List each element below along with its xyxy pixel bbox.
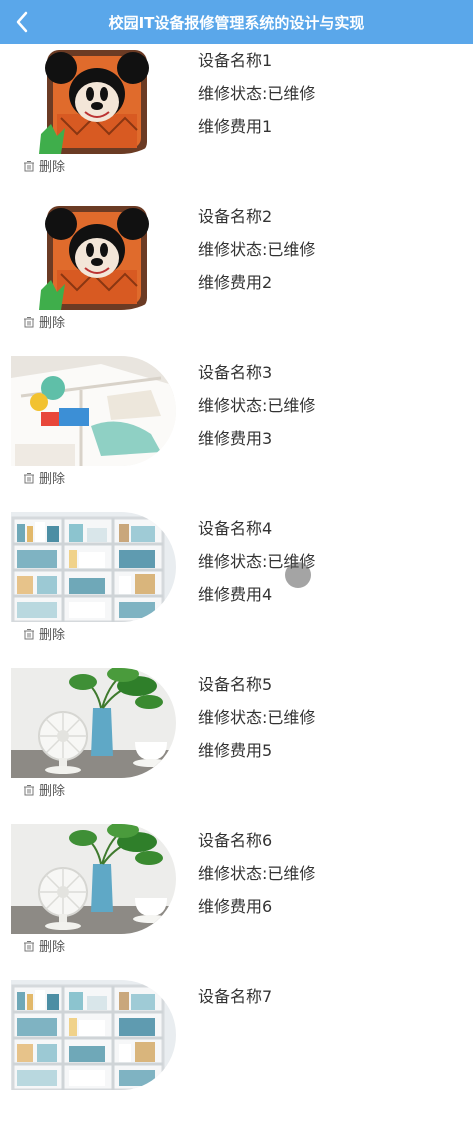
device-image[interactable] (11, 44, 176, 154)
list-item[interactable]: 设备名称2 维修状态:已维修 维修费用2 删除 (0, 200, 473, 356)
repair-status: 维修状态:已维修 (198, 396, 316, 415)
delete-button[interactable]: 删除 (23, 780, 65, 799)
repair-fee: 维修费用3 (198, 429, 273, 448)
repair-fee: 维修费用1 (198, 117, 273, 136)
delete-button[interactable]: 删除 (23, 468, 65, 487)
repair-status: 维修状态:已维修 (198, 240, 316, 259)
back-button[interactable] (8, 6, 36, 38)
delete-button[interactable]: 删除 (23, 936, 65, 955)
device-info: 设备名称1 维修状态:已维修 维修费用1 (198, 50, 315, 149)
chevron-left-icon (16, 11, 28, 33)
delete-label: 删除 (39, 784, 66, 799)
delete-label: 删除 (39, 316, 66, 331)
device-name: 设备名称6 (198, 831, 273, 850)
device-name: 设备名称5 (198, 675, 273, 694)
repair-fee: 维修费用6 (198, 897, 273, 916)
device-info: 设备名称2 维修状态:已维修 维修费用2 (198, 206, 315, 305)
device-name: 设备名称7 (198, 987, 273, 1006)
device-info: 设备名称5 维修状态:已维修 维修费用5 (198, 674, 315, 773)
delete-button[interactable]: 删除 (23, 624, 65, 643)
trash-icon (24, 472, 34, 483)
list-item[interactable]: 设备名称5 维修状态:已维修 维修费用5 删除 (0, 668, 473, 824)
device-name: 设备名称3 (198, 363, 273, 382)
repair-fee: 维修费用2 (198, 273, 273, 292)
device-info: 设备名称3 维修状态:已维修 维修费用3 (198, 362, 315, 461)
repair-status: 维修状态:已维修 (198, 84, 316, 103)
touch-indicator (285, 562, 311, 588)
device-image[interactable] (11, 824, 176, 934)
header-bar: 校园IT设备报修管理系统的设计与实现 (0, 0, 473, 44)
device-info: 设备名称6 维修状态:已维修 维修费用6 (198, 830, 315, 929)
device-info: 设备名称7 (198, 986, 272, 1019)
trash-icon (24, 940, 34, 951)
repair-status: 维修状态:已维修 (198, 708, 316, 727)
list-item[interactable]: 设备名称3 维修状态:已维修 维修费用3 删除 (0, 356, 473, 512)
device-image[interactable] (11, 200, 176, 310)
trash-icon (24, 628, 34, 639)
delete-button[interactable]: 删除 (23, 312, 65, 331)
device-name: 设备名称4 (198, 519, 273, 538)
delete-label: 删除 (39, 160, 66, 175)
list-item[interactable]: 设备名称7 (0, 980, 473, 1136)
list-item[interactable]: 设备名称1 维修状态:已维修 维修费用1 删除 (0, 44, 473, 200)
list-item[interactable]: 设备名称6 维修状态:已维修 维修费用6 删除 (0, 824, 473, 980)
delete-label: 删除 (39, 940, 66, 955)
device-name: 设备名称2 (198, 207, 273, 226)
delete-label: 删除 (39, 472, 66, 487)
trash-icon (24, 160, 34, 171)
device-image[interactable] (11, 356, 176, 466)
delete-label: 删除 (39, 628, 66, 643)
trash-icon (24, 784, 34, 795)
device-name: 设备名称1 (198, 51, 273, 70)
list-item[interactable]: 设备名称4 维修状态:已维修 维修费用4 删除 (0, 512, 473, 668)
delete-button[interactable]: 删除 (23, 156, 65, 175)
device-image[interactable] (11, 668, 176, 778)
device-image[interactable] (11, 980, 176, 1090)
page-title: 校园IT设备报修管理系统的设计与实现 (108, 13, 365, 32)
trash-icon (24, 316, 34, 327)
device-image[interactable] (11, 512, 176, 622)
repair-status: 维修状态:已维修 (198, 864, 316, 883)
repair-fee: 维修费用5 (198, 741, 273, 760)
